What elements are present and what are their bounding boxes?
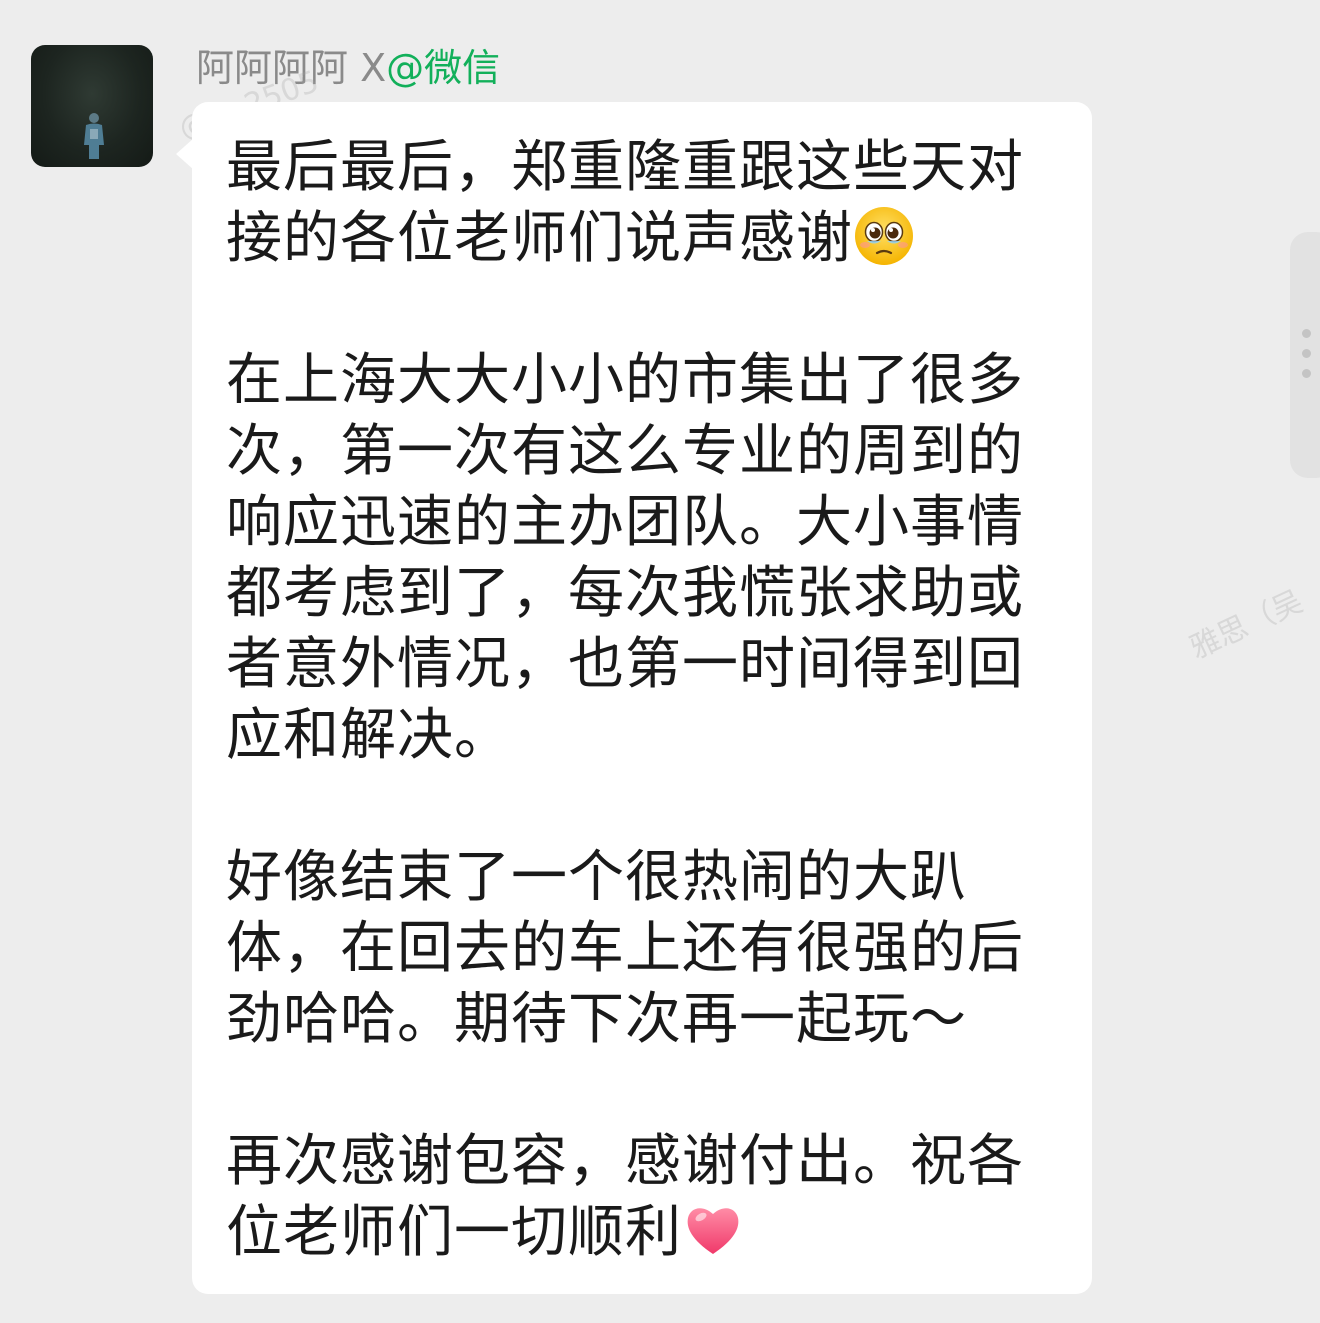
handle-dot — [1302, 349, 1311, 358]
message-paragraph: 在上海大大小小的市集出了很多次，第一次有这么专业的周到的响应迅速的主办团队。大小… — [226, 348, 1024, 768]
sender-source-label: @微信 — [386, 46, 501, 90]
message-text[interactable]: 最后最后，郑重隆重跟这些天对接的各位老师们说声感谢 在上海大大小小的市集出了很多… — [226, 132, 1056, 1268]
red-heart-icon — [687, 1208, 739, 1254]
person-silhouette-icon — [84, 113, 104, 159]
pleading-teary-face-icon — [855, 207, 913, 265]
avatar[interactable] — [31, 45, 153, 167]
handle-dot — [1302, 369, 1311, 378]
sender-line: 阿阿阿阿 X@微信 — [196, 42, 500, 94]
message-paragraph: 好像结束了一个很热闹的大趴体，在回去的车上还有很强的后劲哈哈。期待下次再一起玩～ — [226, 845, 1024, 1052]
handle-dot — [1302, 329, 1311, 338]
message-paragraph: 再次感谢包容，感谢付出。祝各位老师们一切顺利 — [226, 1129, 1024, 1265]
side-drawer-handle[interactable] — [1290, 232, 1320, 478]
watermark-text: 雅思（吴 — [1184, 583, 1309, 667]
message-paragraph: 最后最后，郑重隆重跟这些天对接的各位老师们说声感谢 — [226, 135, 1024, 271]
